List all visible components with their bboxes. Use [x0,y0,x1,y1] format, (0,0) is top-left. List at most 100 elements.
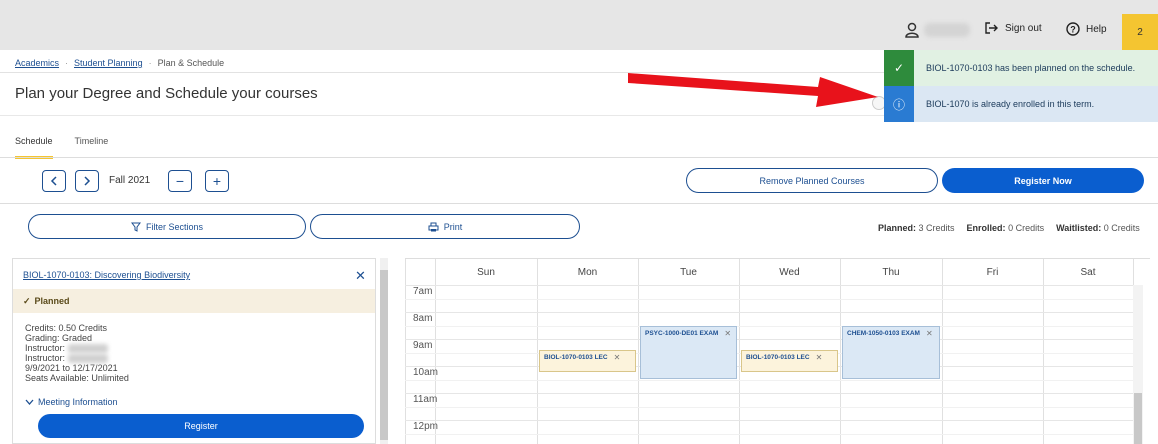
previous-term-button[interactable] [42,170,66,192]
page-title: Plan your Degree and Schedule your cours… [15,85,318,102]
day-header-thu: Thu [882,266,900,278]
breadcrumb-academics[interactable]: Academics [15,58,59,68]
time-label: 8am [413,313,433,324]
calendar-gridline [942,259,943,444]
scrollbar-thumb[interactable] [380,270,388,440]
calendar-event[interactable]: BIOL-1070-0103 LEC ✕ [741,350,838,372]
calendar-gridline [1043,259,1044,444]
close-icon[interactable]: ✕ [816,354,823,368]
enrolled-credits: Enrolled: 0 Credits [966,223,1045,233]
day-header-sat: Sat [1080,266,1096,278]
notification-message: BIOL-1070 is already enrolled in this te… [926,99,1095,109]
calendar-gridline [638,259,639,444]
tab-timeline[interactable]: Timeline [75,136,109,159]
day-header-mon: Mon [577,266,598,278]
remove-term-button[interactable]: − [168,170,192,192]
help-label: Help [1086,23,1107,35]
scrollbar-thumb[interactable] [1134,393,1142,444]
tab-schedule[interactable]: Schedule [15,136,53,159]
calendar-gridline [405,259,406,444]
calendar-event[interactable]: PSYC-1000-DE01 EXAM ✕ [640,326,737,379]
calendar-gridline [405,299,1135,300]
event-label: PSYC-1000-DE01 EXAM [645,330,719,337]
sign-out-link[interactable]: Sign out [985,22,1042,34]
course-dates: 9/9/2021 to 12/17/2021 [25,363,118,374]
calendar-gridline [739,259,740,444]
calendar-gridline [405,326,1135,327]
notification-count-badge[interactable]: 2 [1122,14,1158,50]
help-link[interactable]: ? Help [1066,22,1107,36]
breadcrumb-current: Plan & Schedule [157,58,225,68]
calendar-gridline [405,420,1135,421]
meeting-information-toggle[interactable]: Meeting Information [25,397,118,407]
close-icon[interactable]: ✕ [724,330,731,375]
user-icon[interactable] [904,22,920,38]
info-icon: ⓘ [884,86,914,122]
course-title-link[interactable]: BIOL-1070-0103: Discovering Biodiversity [23,270,190,280]
breadcrumb-separator: · [148,58,152,68]
course-status-banner: ✓ Planned [13,289,375,313]
weekly-calendar: Sun Mon Tue Wed Thu Fri Sat 7am 8am 9am … [405,258,1150,444]
course-credits: Credits: 0.50 Credits [25,323,108,333]
time-label: 12pm [413,421,439,432]
remove-planned-courses-label: Remove Planned Courses [759,175,865,186]
day-header-tue: Tue [680,266,697,278]
calendar-gridline [840,259,841,444]
notification-message: BIOL-1070-0103 has been planned on the s… [926,63,1136,73]
calendar-gridline [435,259,436,444]
next-term-button[interactable] [75,170,99,192]
close-icon[interactable]: ✕ [614,354,621,368]
calendar-gridline [405,380,1135,381]
course-seats: Seats Available: Unlimited [25,373,129,384]
course-list-scrollbar[interactable] [380,258,388,444]
register-now-button[interactable]: Register Now [942,168,1144,193]
divider [0,203,1158,204]
calendar-gridline [537,259,538,444]
sign-out-icon [985,22,998,34]
breadcrumb-student-planning[interactable]: Student Planning [74,58,143,68]
calendar-event[interactable]: CHEM-1050-0103 EXAM ✕ [842,326,940,379]
event-label: BIOL-1070-0103 LEC [544,354,608,361]
calendar-gridline [405,285,1135,286]
calendar-gridline [405,393,1135,394]
tab-bar: Schedule Timeline [15,136,108,159]
divider [0,157,1158,158]
checkmark-icon: ✓ [23,295,31,306]
add-term-button[interactable]: + [205,170,229,192]
credits-summary: Planned: 3 Credits Enrolled: 0 Credits W… [878,223,1140,233]
register-now-label: Register Now [1014,175,1072,186]
calendar-event[interactable]: BIOL-1070-0103 LEC ✕ [539,350,636,372]
course-details-card: BIOL-1070-0103: Discovering Biodiversity… [12,258,376,444]
filter-icon [130,222,141,232]
term-label: Fall 2021 [109,175,151,186]
planned-credits: Planned: 3 Credits [878,223,955,233]
calendar-gridline [405,434,1135,435]
event-label: BIOL-1070-0103 LEC [746,354,810,361]
course-info: Credits: 0.50 Credits Grading: Graded In… [25,323,129,383]
course-status-label: Planned [34,296,70,306]
redacted-name [67,344,108,354]
sign-out-label: Sign out [1005,22,1042,34]
day-header-sun: Sun [477,266,495,278]
time-label: 9am [413,340,433,351]
calendar-scrollbar[interactable] [1133,285,1143,444]
time-label: 11am [413,394,438,405]
print-button[interactable]: Print [310,214,580,239]
filter-sections-button[interactable]: Filter Sections [28,214,306,239]
checkmark-icon: ✓ [884,50,914,86]
course-instructor: Instructor: [25,353,129,364]
printer-icon [428,222,439,231]
calendar-gridline [405,312,1135,313]
day-header-wed: Wed [779,266,800,278]
register-button[interactable]: Register [38,414,364,438]
filter-sections-label: Filter Sections [145,221,204,232]
svg-text:?: ? [1070,25,1076,35]
calendar-gridline [405,407,1135,408]
day-header-fri: Fri [986,266,999,278]
redacted-name [67,354,108,364]
chevron-left-icon [50,176,57,186]
close-icon[interactable]: ✕ [355,268,366,284]
remove-planned-courses-button[interactable]: Remove Planned Courses [686,168,938,193]
meeting-information-label: Meeting Information [38,397,118,407]
close-icon[interactable]: ✕ [926,330,933,375]
